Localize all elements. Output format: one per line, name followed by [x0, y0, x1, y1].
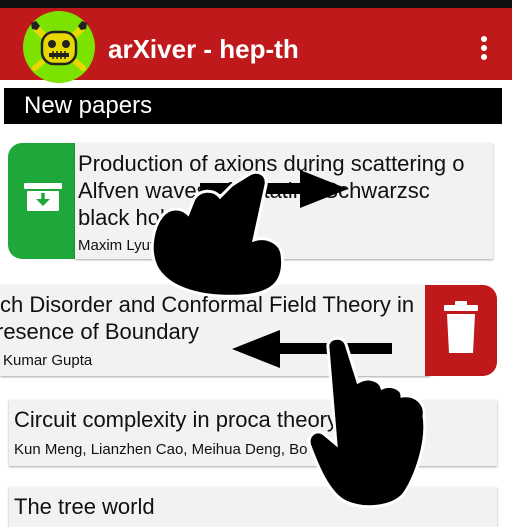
paper-title: Production of axions during scattering o	[78, 151, 465, 176]
paper-title: ch Disorder and Conformal Field Theory i…	[0, 292, 415, 317]
app-title: arXiver - hep-th	[108, 34, 299, 64]
paper-title: The tree world	[14, 494, 155, 519]
delete-swipe-action[interactable]	[425, 285, 497, 376]
status-bar	[0, 0, 512, 8]
app-bar: arXiver - hep-th	[0, 8, 512, 83]
paper-title: resence of Boundary	[0, 319, 200, 344]
paper-card[interactable]: Production of axions during scattering o…	[75, 143, 493, 259]
trash-icon	[444, 301, 478, 353]
paper-card[interactable]: ch Disorder and Conformal Field Theory i…	[0, 285, 430, 376]
paper-title: Alfven waves off rotating Schwarzsc	[78, 178, 430, 203]
paper-authors: Kumar Gupta	[3, 352, 93, 369]
paper-authors: Maxim Lyutikov	[78, 237, 181, 254]
paper-authors: Kun Meng, Lianzhen Cao, Meihua Deng, Bo …	[14, 441, 384, 458]
paper-title: black holes	[78, 205, 189, 230]
section-title: New papers	[24, 92, 153, 119]
archive-swipe-action[interactable]	[8, 143, 78, 259]
paper-card[interactable]: Circuit complexity in proca theory Kun M…	[9, 400, 497, 466]
archive-icon	[24, 183, 62, 211]
app-logo-icon	[23, 11, 95, 83]
paper-title: Circuit complexity in proca theory	[14, 407, 339, 432]
paper-card[interactable]: The tree world	[9, 487, 497, 527]
overflow-menu-icon[interactable]	[476, 34, 492, 64]
section-header: New papers	[4, 88, 502, 124]
